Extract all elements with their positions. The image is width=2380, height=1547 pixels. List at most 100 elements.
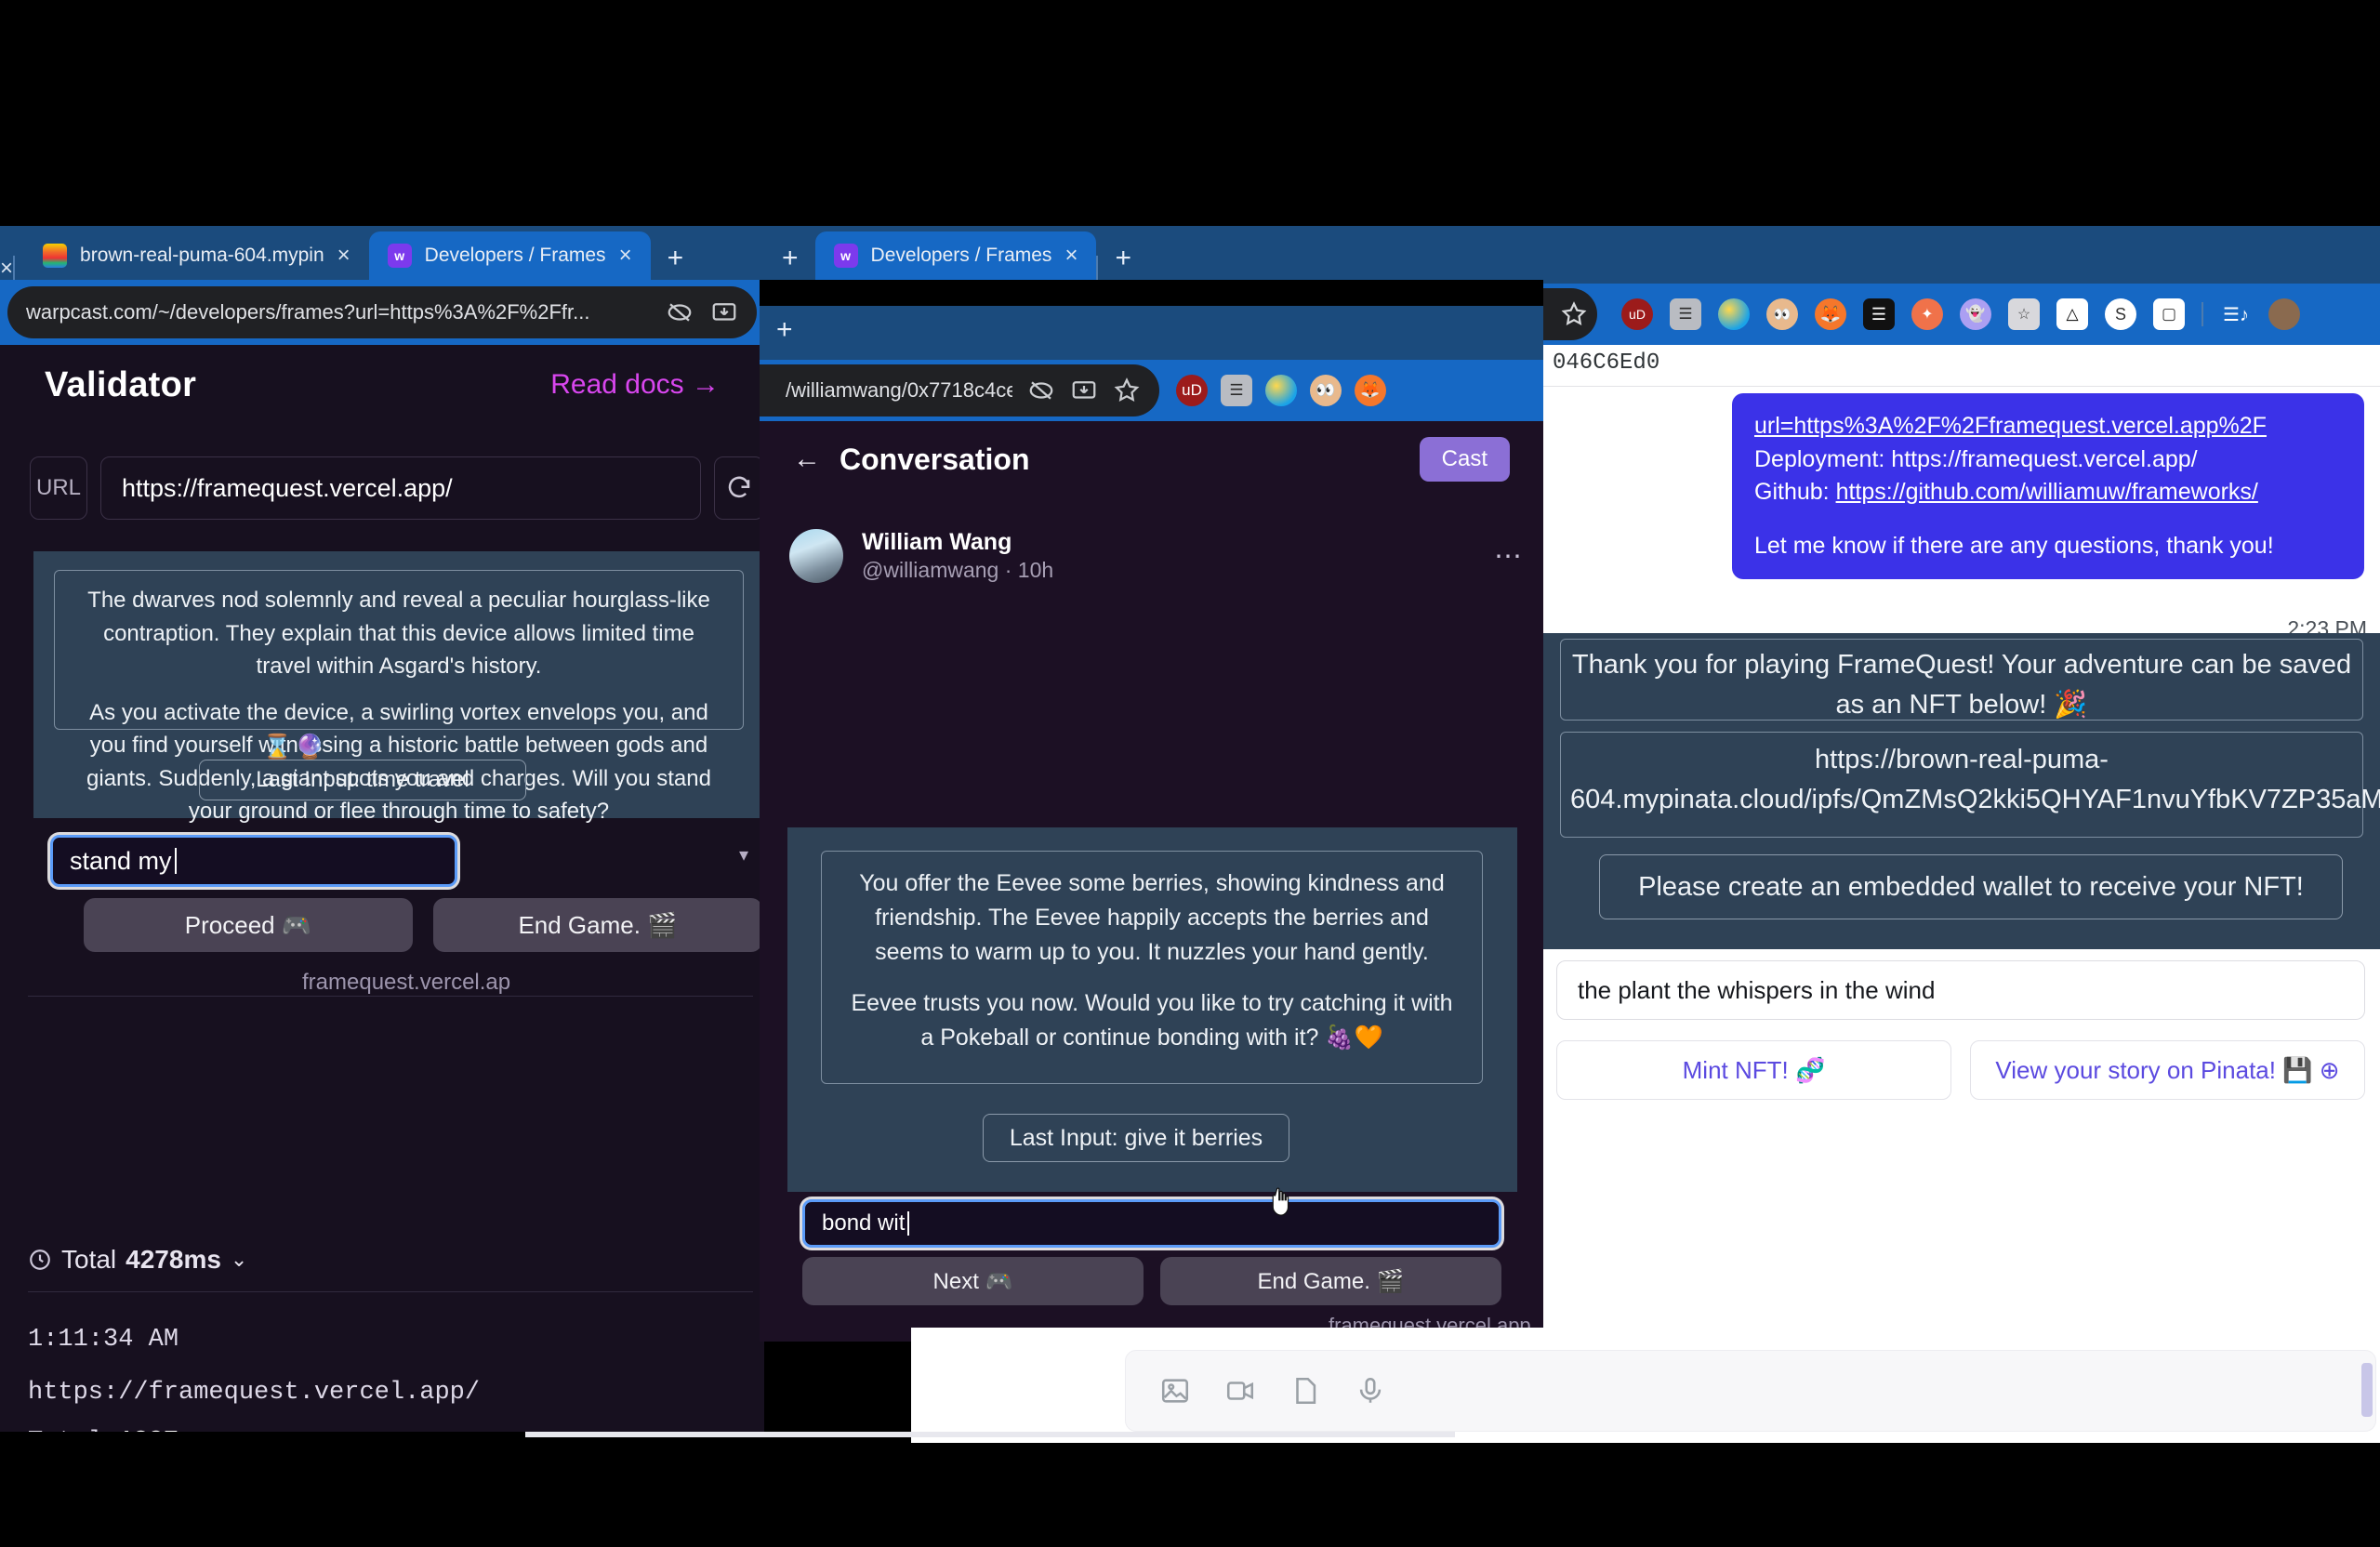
extensions-row: uD ☰ 👀 🦊 ☰ ✦ 👻 ☆ △ S ▢ ☰♪ bbox=[1597, 298, 2300, 330]
no-cookie-icon[interactable] bbox=[666, 298, 694, 326]
frame-origin-label: framequest.vercel.ap bbox=[302, 970, 511, 995]
total-timing-row[interactable]: Total 4278ms ⌄ bbox=[28, 1245, 247, 1275]
google-drive-icon[interactable]: △ bbox=[2056, 298, 2088, 330]
github-link[interactable]: https://github.com/williamuw/frameworks/ bbox=[1836, 479, 2258, 505]
end-game-button[interactable]: End Game. 🎬 bbox=[1160, 1257, 1501, 1305]
composer-inner[interactable] bbox=[1125, 1350, 2376, 1432]
microphone-icon[interactable] bbox=[1355, 1375, 1386, 1407]
document-icon[interactable] bbox=[1289, 1375, 1321, 1407]
tab-divider bbox=[13, 256, 16, 280]
sui-icon[interactable]: S bbox=[2105, 298, 2136, 330]
avatar[interactable] bbox=[789, 529, 843, 583]
read-docs-link[interactable]: Read docs → bbox=[550, 369, 720, 401]
close-icon[interactable]: × bbox=[337, 245, 350, 267]
last-input-pill: Last Input: time travel bbox=[199, 760, 526, 800]
last-input-pill: Last Input: give it berries bbox=[983, 1114, 1289, 1162]
rainbow-fox-icon[interactable]: 🦊 bbox=[1815, 298, 1846, 330]
chat-message-bubble: url=https%3A%2F%2Fframequest.vercel.app%… bbox=[1732, 393, 2364, 579]
right-frame-controls: the plant the whispers in the wind Mint … bbox=[1543, 949, 2380, 1154]
ellipsis-icon[interactable]: ⋯ bbox=[1494, 540, 1524, 573]
url-input-row: URL https://framequest.vercel.app/ bbox=[30, 456, 764, 520]
clock-icon bbox=[30, 1250, 50, 1270]
center-frame-controls: bond wit Next 🎮 End Game. 🎬 bbox=[787, 1192, 1517, 1310]
warpcast-conversation-window: + w Developers / Frames × + + /williamwa… bbox=[760, 226, 1543, 1342]
mint-nft-button[interactable]: Mint NFT! 🧬 bbox=[1556, 1040, 1951, 1100]
flow-icon[interactable]: ☰ bbox=[1863, 298, 1895, 330]
refresh-3-icon[interactable] bbox=[714, 456, 764, 520]
message-line-1[interactable]: url=https%3A%2F%2Fframequest.vercel.app%… bbox=[1754, 410, 2342, 443]
tab-developers-frames[interactable]: w Developers / Frames × bbox=[814, 231, 1097, 280]
image-icon[interactable] bbox=[1159, 1375, 1191, 1407]
playlist-icon[interactable]: ☰♪ bbox=[2220, 298, 2252, 330]
center-frame-preview: You offer the Eevee some berries, showin… bbox=[787, 827, 1517, 1310]
install-app-icon[interactable] bbox=[710, 298, 738, 326]
message-line-4: Let me know if there are any questions, … bbox=[1754, 532, 2274, 559]
metamask-owl-icon[interactable]: 👀 bbox=[1310, 375, 1342, 406]
proceed-button[interactable]: Proceed 🎮 bbox=[84, 898, 413, 952]
profile-avatar-icon[interactable] bbox=[2268, 298, 2300, 330]
video-icon[interactable] bbox=[1224, 1375, 1256, 1407]
wallet-notice-pill: Please create an embedded wallet to rece… bbox=[1599, 854, 2343, 919]
cast-button[interactable]: Cast bbox=[1419, 437, 1510, 482]
stylus-icon[interactable]: ☰ bbox=[1670, 298, 1701, 330]
url-input[interactable]: https://framequest.vercel.app/ bbox=[100, 456, 701, 520]
rainbow-fox-icon[interactable]: 🦊 bbox=[1355, 375, 1386, 406]
story-paragraph-1: You offer the Eevee some berries, showin… bbox=[859, 870, 1445, 965]
tab-pinata[interactable]: brown-real-puma-604.mypin × bbox=[24, 231, 369, 280]
author-name: William Wang bbox=[862, 529, 1012, 555]
tab-label: brown-real-puma-604.mypin bbox=[80, 245, 324, 266]
close-icon[interactable]: × bbox=[619, 245, 632, 267]
ipfs-url-box: https://brown-real-puma-604.mypinata.clo… bbox=[1560, 732, 2380, 838]
frame-story-box: The dwarves nod solemnly and reveal a pe… bbox=[54, 570, 744, 824]
new-tab-button-3[interactable]: + bbox=[760, 314, 810, 351]
stylus-icon[interactable]: ☰ bbox=[1221, 375, 1252, 406]
screenshot-root: × brown-real-puma-604.mypin × w Develope… bbox=[0, 0, 2380, 1547]
frame-text-input[interactable]: stand my bbox=[50, 835, 457, 887]
divider bbox=[2202, 302, 2203, 326]
left-omnibar: warpcast.com/~/developers/frames?url=htt… bbox=[0, 280, 764, 345]
rabby-icon[interactable]: ✦ bbox=[1911, 298, 1943, 330]
view-story-pinata-button[interactable]: View your story on Pinata! 💾 ⊕ bbox=[1970, 1040, 2365, 1100]
chevron-down-icon[interactable]: ⌄ bbox=[231, 1248, 247, 1272]
scrollbar-track[interactable] bbox=[525, 1432, 1455, 1437]
center-tabstrip: + w Developers / Frames × + bbox=[760, 226, 1543, 280]
brave-wallet-icon[interactable] bbox=[1265, 375, 1297, 406]
keplr-wallet-icon[interactable]: ▢ bbox=[2153, 298, 2185, 330]
tab-developers-frames[interactable]: w Developers / Frames × bbox=[368, 231, 651, 280]
bookmark-star-icon[interactable] bbox=[1113, 377, 1141, 404]
tab-close-icon[interactable]: × bbox=[0, 258, 13, 280]
install-app-icon[interactable] bbox=[1070, 377, 1098, 404]
ublock-origin-icon[interactable]: uD bbox=[1621, 298, 1653, 330]
cast-author-row: William Wang @williamwang · 10h ⋯ bbox=[789, 523, 1524, 588]
left-tabstrip: × brown-real-puma-604.mypin × w Develope… bbox=[0, 226, 764, 280]
arrow-left-icon[interactable]: ← bbox=[793, 443, 821, 475]
address-bar[interactable] bbox=[1543, 288, 1597, 340]
frame-button-row: Mint NFT! 🧬 View your story on Pinata! 💾… bbox=[1556, 1040, 2365, 1100]
no-cookie-icon[interactable] bbox=[1027, 377, 1055, 404]
next-button[interactable]: Next 🎮 bbox=[802, 1257, 1144, 1305]
author-handle: @williamwang · 10h bbox=[862, 558, 1054, 583]
frame-text-input[interactable]: bond wit bbox=[802, 1199, 1501, 1248]
entry-url: https://framequest.vercel.app/ bbox=[28, 1379, 481, 1407]
new-tab-button[interactable]: + bbox=[651, 243, 701, 280]
ublock-origin-icon[interactable]: uD bbox=[1176, 375, 1208, 406]
chevron-down-icon[interactable]: ▾ bbox=[739, 843, 748, 866]
new-tab-button[interactable]: + bbox=[765, 243, 815, 280]
phantom-ghost-icon[interactable]: 👻 bbox=[1960, 298, 1991, 330]
bookmark-star-icon[interactable] bbox=[1560, 300, 1588, 328]
brave-icon[interactable] bbox=[1718, 298, 1750, 330]
keplr-icon[interactable]: ☆ bbox=[2008, 298, 2040, 330]
message-line-3: Github: https://github.com/williamuw/fra… bbox=[1754, 479, 2258, 505]
send-button[interactable] bbox=[2361, 1363, 2373, 1417]
end-game-button[interactable]: End Game. 🎬 bbox=[433, 898, 762, 952]
frame-button-row: Next 🎮 End Game. 🎬 bbox=[802, 1257, 1501, 1305]
white-surface-gap bbox=[911, 1339, 1112, 1443]
close-icon[interactable]: × bbox=[1064, 245, 1078, 267]
address-bar[interactable]: /williamwang/0x7718c4ce bbox=[760, 364, 1159, 416]
divider bbox=[28, 1291, 753, 1292]
metamask-owl-icon[interactable]: 👀 bbox=[1766, 298, 1798, 330]
frame-text-input[interactable]: the plant the whispers in the wind bbox=[1556, 960, 2365, 1020]
new-tab-button-2[interactable]: + bbox=[1098, 243, 1148, 280]
address-bar[interactable]: warpcast.com/~/developers/frames?url=htt… bbox=[7, 286, 757, 338]
right-tabstrip bbox=[1543, 226, 2380, 284]
